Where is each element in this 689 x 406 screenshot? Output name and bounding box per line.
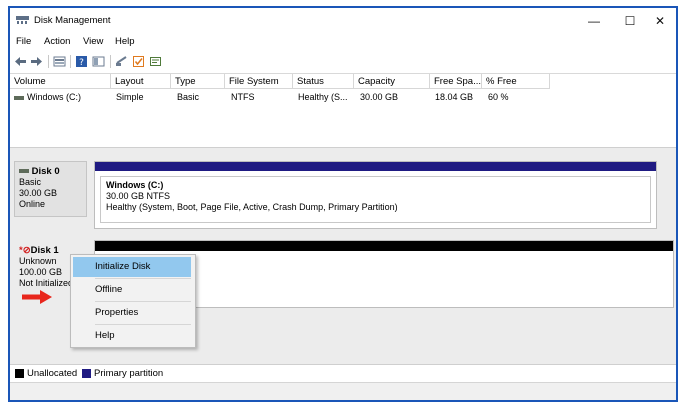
cell-percent-free: 60 % <box>488 92 509 102</box>
cell-volume: Windows (C:) <box>27 92 82 102</box>
menu-view[interactable]: View <box>83 36 103 47</box>
primary-partition-swatch <box>82 369 91 378</box>
menu-file[interactable]: File <box>16 36 31 47</box>
menu-item-properties[interactable]: Properties <box>73 303 191 323</box>
disk-0-type: Basic <box>19 177 42 187</box>
svg-text:?: ? <box>79 58 84 68</box>
disk-error-icon: *⊘ <box>19 245 31 256</box>
unallocated-stripe <box>95 241 673 251</box>
toolbar-separator <box>110 55 111 68</box>
column-header-file-system[interactable]: File System <box>225 74 293 89</box>
menu-separator <box>95 278 191 279</box>
disk-list-icon[interactable] <box>53 55 66 68</box>
partition-size-fs: 30.00 GB NTFS <box>106 191 171 201</box>
legend: Unallocated Primary partition <box>10 364 676 382</box>
forward-icon[interactable] <box>30 55 43 68</box>
menu-help[interactable]: Help <box>115 36 135 47</box>
cell-layout: Simple <box>116 92 144 102</box>
partition-health: Healthy (System, Boot, Page File, Active… <box>106 202 398 212</box>
column-header-capacity[interactable]: Capacity <box>354 74 430 89</box>
column-header-layout[interactable]: Layout <box>111 74 171 89</box>
column-header-status[interactable]: Status <box>293 74 354 89</box>
cell-file-system: NTFS <box>231 92 255 102</box>
menu-item-offline[interactable]: Offline <box>73 280 191 300</box>
legend-primary-partition: Primary partition <box>94 368 164 379</box>
rescan-icon[interactable] <box>115 55 128 68</box>
minimize-button[interactable]: — <box>576 8 612 34</box>
cell-status: Healthy (S... <box>298 92 348 102</box>
disk-0-name: Disk 0 <box>31 166 60 177</box>
red-arrow-icon <box>22 290 52 304</box>
disk-0-size: 30.00 GB <box>19 188 58 198</box>
menu-action[interactable]: Action <box>44 36 70 47</box>
window-title: Disk Management <box>34 15 111 26</box>
back-icon[interactable] <box>14 55 27 68</box>
context-menu: Initialize Disk Offline Properties Help <box>70 254 196 348</box>
close-button[interactable]: ✕ <box>642 8 678 34</box>
check-icon[interactable] <box>132 55 145 68</box>
column-header-volume[interactable]: Volume <box>10 74 111 89</box>
help-icon[interactable]: ? <box>75 55 88 68</box>
toolbar-separator <box>70 55 71 68</box>
title-bar[interactable]: Disk Management — ☐ ✕ <box>10 8 676 34</box>
disk-management-icon <box>16 16 29 24</box>
menu-item-help[interactable]: Help <box>73 326 191 346</box>
menu-separator <box>95 324 191 325</box>
menu-separator <box>95 301 191 302</box>
menu-item-initialize-disk[interactable]: Initialize Disk <box>73 257 191 277</box>
drive-icon <box>14 91 24 104</box>
toolbar: ? <box>10 50 676 74</box>
disk-0-label[interactable]: Disk 0 Basic 30.00 GB Online <box>14 161 87 217</box>
status-bar <box>10 382 676 400</box>
volume-list: Volume Layout Type File System Status Ca… <box>10 74 676 148</box>
show-hide-icon[interactable] <box>92 55 105 68</box>
toolbar-separator <box>48 55 49 68</box>
cell-capacity: 30.00 GB <box>360 92 399 102</box>
cell-free-space: 18.04 GB <box>435 92 474 102</box>
partition-title: Windows (C:) <box>106 180 164 190</box>
disk-0-state: Online <box>19 199 46 209</box>
disk-1-name: Disk 1 <box>30 245 59 256</box>
partition-windows-c[interactable]: Windows (C:) 30.00 GB NTFS Healthy (Syst… <box>100 176 651 223</box>
disk-icon <box>19 166 29 177</box>
column-header-type[interactable]: Type <box>171 74 225 89</box>
column-header-percent-free[interactable]: % Free <box>482 74 550 89</box>
disk-0-partition-area: Windows (C:) 30.00 GB NTFS Healthy (Syst… <box>94 161 657 229</box>
primary-partition-stripe <box>95 162 656 171</box>
menu-bar: File Action View Help <box>10 34 676 50</box>
unallocated-swatch <box>15 369 24 378</box>
cell-type: Basic <box>177 92 200 102</box>
legend-unallocated: Unallocated <box>27 368 78 379</box>
column-header-free-space[interactable]: Free Spa... <box>430 74 482 89</box>
properties-icon[interactable] <box>149 55 162 68</box>
